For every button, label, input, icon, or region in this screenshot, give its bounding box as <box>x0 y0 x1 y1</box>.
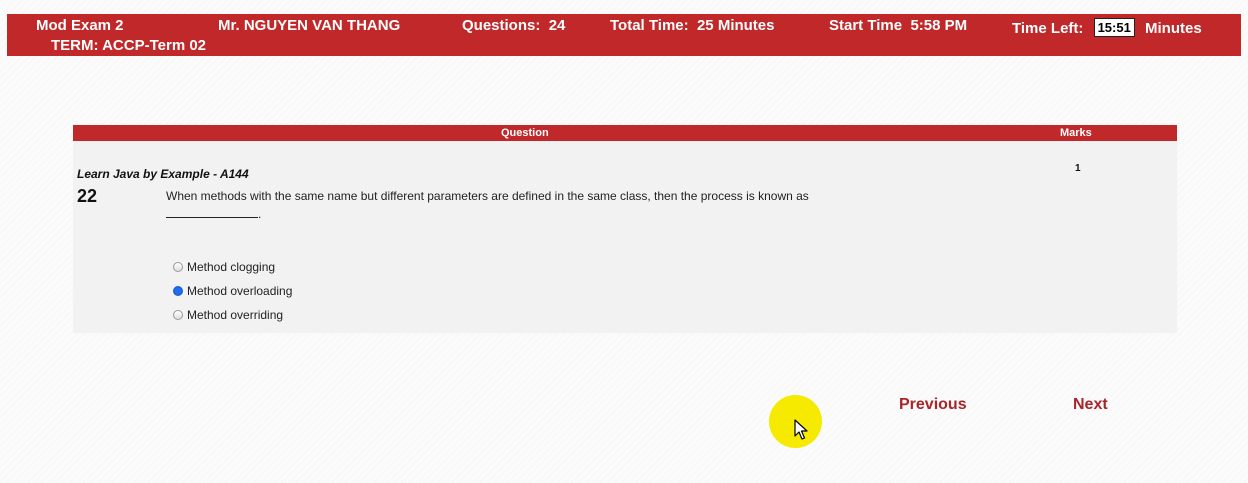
exam-term: TERM: ACCP-Term 02 <box>51 37 207 54</box>
question-column-header: Question <box>501 127 549 139</box>
question-subject: Learn Java by Example - A144 <box>77 167 249 181</box>
time-left-info: Time Left: 15:51 Minutes <box>1012 18 1202 37</box>
question-text: When methods with the same name but diff… <box>166 189 809 203</box>
question-blank: . <box>166 205 261 221</box>
time-left-label: Time Left: <box>1012 20 1084 37</box>
radio-button[interactable] <box>173 310 183 320</box>
exam-header: Mod Exam 2 TERM: ACCP-Term 02 Mr. NGUYEN… <box>7 14 1241 56</box>
answer-option-overloading[interactable]: Method overloading <box>173 284 292 298</box>
answer-option-overriding[interactable]: Method overriding <box>173 308 283 322</box>
start-time-label: Start Time <box>829 17 903 34</box>
radio-button[interactable] <box>173 262 183 272</box>
previous-button[interactable]: Previous <box>899 396 967 414</box>
radio-button-selected[interactable] <box>173 286 183 296</box>
blank-suffix: . <box>258 207 262 221</box>
answer-option-label: Method clogging <box>187 260 276 274</box>
answer-option-label: Method overloading <box>187 284 293 298</box>
exam-name: Mod Exam 2 <box>36 17 124 34</box>
questions-label: Questions: <box>462 17 541 34</box>
marks-column-header: Marks <box>1060 127 1092 139</box>
answer-option-label: Method overriding <box>187 308 284 322</box>
mouse-pointer-icon <box>794 419 808 440</box>
fill-in-blank-line <box>166 205 258 218</box>
total-time-label: Total Time: <box>610 17 689 34</box>
question-number: 22 <box>77 186 98 206</box>
question-table-header: Question Marks <box>73 125 1177 141</box>
next-button[interactable]: Next <box>1073 396 1108 414</box>
questions-info: Questions: 24 <box>462 17 565 34</box>
total-time-value: 25 Minutes <box>696 17 775 34</box>
countdown-timer: 15:51 <box>1093 18 1135 37</box>
questions-count: 24 <box>548 17 566 34</box>
start-time-info: Start Time 5:58 PM <box>829 17 967 34</box>
answer-option-clogging[interactable]: Method clogging <box>173 260 275 274</box>
question-marks: 1 <box>1075 163 1081 174</box>
time-left-unit: Minutes <box>1145 20 1202 37</box>
student-name: Mr. NGUYEN VAN THANG <box>218 17 401 34</box>
total-time-info: Total Time: 25 Minutes <box>610 17 775 34</box>
question-table: Question Marks Learn Java by Example - A… <box>73 125 1177 333</box>
start-time-value: 5:58 PM <box>910 17 968 34</box>
